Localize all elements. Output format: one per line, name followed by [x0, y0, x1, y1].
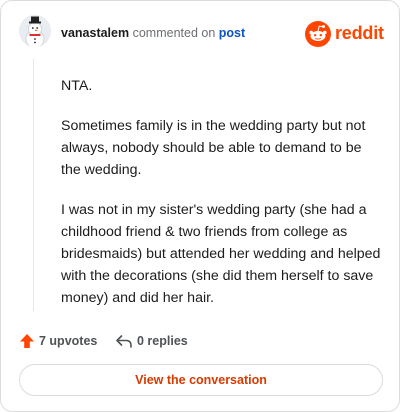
snowman-avatar-icon — [19, 15, 51, 47]
embedded-comment-card: vanastalem commented on post reddit NTA.… — [0, 0, 400, 412]
username-link[interactable]: vanastalem — [61, 26, 129, 40]
reddit-wordmark: reddit — [335, 23, 384, 43]
view-conversation-button[interactable]: View the conversation — [19, 364, 383, 396]
comment-paragraph: Sometimes family is in the wedding party… — [61, 118, 366, 178]
reddit-logo[interactable]: reddit — [305, 21, 384, 47]
user-avatar[interactable] — [19, 15, 51, 47]
reply-arrow-icon — [116, 335, 132, 348]
comment-body: NTA. Sometimes family is in the wedding … — [61, 75, 381, 327]
upvote-button[interactable]: 7 upvotes — [19, 331, 97, 351]
post-link[interactable]: post — [219, 26, 245, 40]
comment-paragraph: NTA. — [61, 78, 93, 94]
comment-actions: 7 upvotes 0 replies — [19, 331, 379, 351]
comment-paragraph: I was not in my sister's wedding party (… — [61, 202, 381, 306]
upvote-arrow-icon — [20, 334, 34, 348]
thread-line — [33, 59, 34, 311]
upvote-count: 7 upvotes — [39, 334, 98, 348]
reply-count: 0 replies — [137, 334, 188, 348]
replies-button[interactable]: 0 replies — [115, 331, 188, 351]
reddit-snoo-icon — [305, 21, 331, 47]
comment-header: vanastalem commented on post reddit — [19, 15, 384, 51]
comment-meta: vanastalem commented on post — [61, 26, 245, 40]
commented-on-text: commented on — [132, 26, 216, 40]
